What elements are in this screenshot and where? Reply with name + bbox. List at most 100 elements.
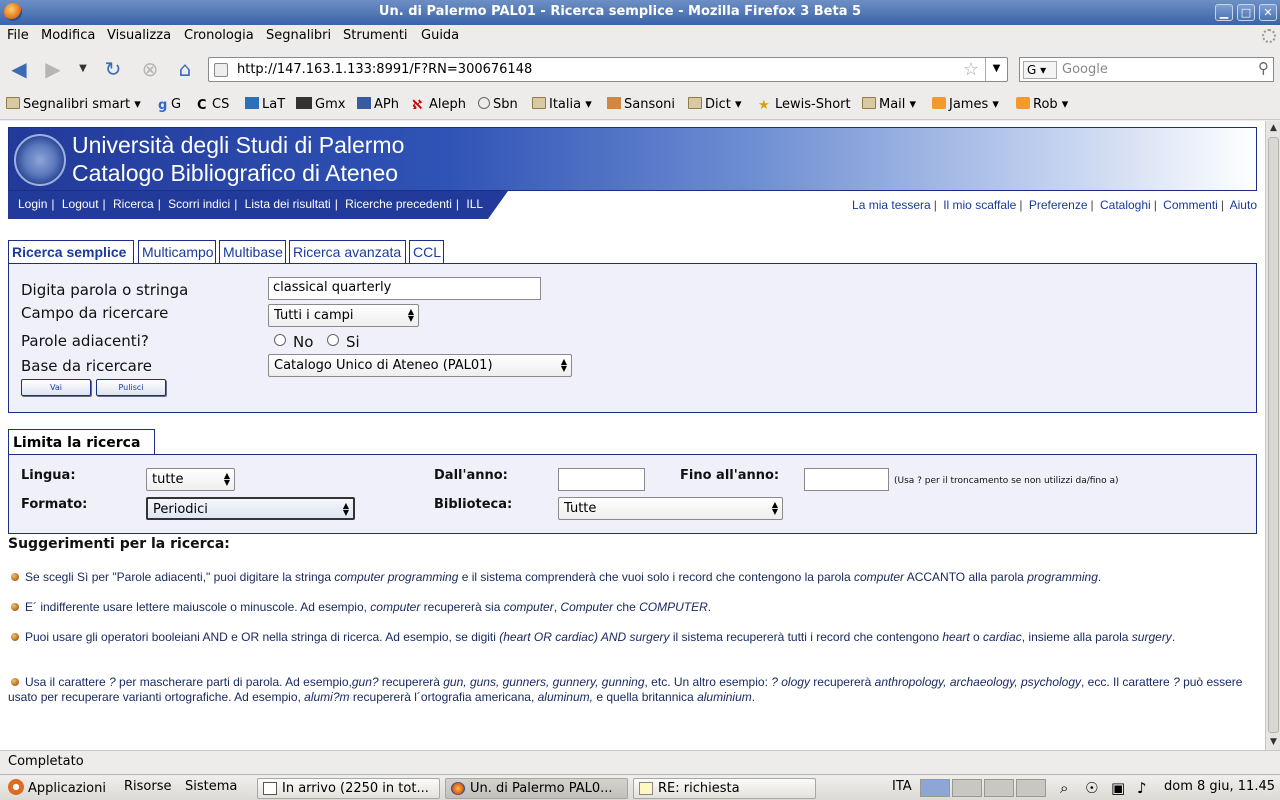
url-bar[interactable]: http://147.163.1.133:8991/F?RN=300676148…	[208, 57, 1008, 82]
tab-multibase[interactable]: Multibase	[219, 240, 286, 264]
url-text[interactable]: http://147.163.1.133:8991/F?RN=300676148	[237, 62, 532, 77]
lat-icon	[245, 97, 259, 109]
tab-ricerca-avanzata[interactable]: Ricerca avanzata	[289, 240, 406, 264]
bookmark-dict[interactable]: Dict ▾	[688, 97, 742, 112]
search-placeholder[interactable]: Google	[1062, 62, 1108, 77]
search-tray-icon[interactable]: ☉	[1085, 779, 1098, 797]
clock[interactable]: dom 8 giu, 11.45	[1164, 779, 1275, 794]
tab-ricerca-semplice[interactable]: Ricerca semplice	[8, 240, 134, 265]
bookmark-aleph[interactable]: ℵ Aleph	[412, 97, 466, 113]
link-mio-scaffale[interactable]: Il mio scaffale	[943, 198, 1016, 212]
search-icon[interactable]: ⚲	[1258, 59, 1269, 77]
link-cataloghi[interactable]: Cataloghi	[1100, 198, 1151, 212]
menu-cronologia[interactable]: Cronologia	[184, 28, 254, 43]
link-commenti[interactable]: Commenti	[1163, 198, 1218, 212]
tab-multicampo[interactable]: Multicampo	[138, 240, 216, 264]
reload-icon[interactable]: ↻	[100, 56, 126, 82]
biblioteca-select[interactable]: Tutte ▲ ▼	[558, 497, 783, 520]
bookmark-sansoni[interactable]: Sansoni	[607, 97, 675, 112]
site-identity-icon[interactable]	[214, 63, 228, 77]
menu-strumenti[interactable]: Strumenti	[343, 28, 408, 43]
fino-anno-input[interactable]	[804, 468, 889, 491]
workspace-3[interactable]	[984, 779, 1014, 797]
bookmark-cs[interactable]: C CS	[197, 97, 229, 113]
workspace-4[interactable]	[1016, 779, 1046, 797]
minimize-button[interactable]: ▁	[1215, 4, 1233, 21]
adjacent-si-radio[interactable]	[327, 334, 339, 346]
history-dropdown-icon[interactable]: ▼	[76, 56, 90, 82]
bookmark-mail[interactable]: Mail ▾	[862, 97, 916, 112]
task-mail[interactable]: In arrivo (2250 in tot...	[257, 778, 440, 799]
places-menu[interactable]: Risorse	[124, 779, 172, 794]
bullet-icon	[11, 573, 19, 581]
workspace-2[interactable]	[952, 779, 982, 797]
adjacent-si-label: Si	[346, 333, 360, 351]
search-bar[interactable]: G ▾ Google ⚲	[1019, 57, 1274, 82]
window-title: Un. di Palermo PAL01 - Ricerca semplice …	[378, 4, 862, 19]
bookmark-segnalibri-smart[interactable]: Segnalibri smart ▾	[6, 97, 141, 112]
limit-tab: Limita la ricerca a:	[8, 429, 155, 477]
vertical-scrollbar[interactable]: ▲ ▼	[1265, 121, 1280, 750]
dall-anno-input[interactable]	[558, 468, 645, 491]
bookmark-g[interactable]: gG	[158, 97, 181, 113]
base-select[interactable]: Catalogo Unico di Ateneo (PAL01) ▲ ▼	[268, 354, 572, 377]
field-select[interactable]: Tutti i campi ▲ ▼	[268, 304, 419, 327]
bookmark-aph[interactable]: APh	[357, 97, 399, 112]
display-icon[interactable]: ▣	[1111, 779, 1125, 797]
scrollbar-thumb[interactable]	[1268, 137, 1279, 733]
task-message[interactable]: RE: richiesta	[633, 778, 816, 799]
nav-scorri-indici[interactable]: Scorri indici	[168, 197, 230, 211]
menu-modifica[interactable]: Modifica	[41, 28, 95, 43]
query-input[interactable]: classical quarterly	[268, 277, 541, 300]
scroll-up-icon[interactable]: ▲	[1266, 121, 1280, 136]
bookmark-lewis-short[interactable]: ★ Lewis-Short	[758, 97, 851, 113]
link-mia-tessera[interactable]: La mia tessera	[852, 198, 931, 212]
nav-ill[interactable]: ILL	[466, 197, 483, 211]
bookmark-italia[interactable]: Italia ▾	[532, 97, 592, 112]
back-icon[interactable]: ◀	[6, 56, 32, 82]
volume-icon[interactable]: ♪	[1137, 779, 1147, 797]
menu-segnalibri[interactable]: Segnalibri	[266, 28, 331, 43]
menu-guida[interactable]: Guida	[421, 28, 459, 43]
query-label: Digita parola o stringa	[21, 281, 189, 299]
search-engine-selector[interactable]: G ▾	[1023, 61, 1057, 79]
go-button[interactable]: Vai	[21, 379, 91, 396]
close-button[interactable]: ✕	[1259, 4, 1277, 21]
task-firefox[interactable]: Un. di Palermo PAL0...	[445, 778, 628, 799]
url-dropdown-icon[interactable]: ▼	[985, 58, 1007, 81]
nav-login[interactable]: Login	[18, 197, 47, 211]
lingua-label: Lingua:	[21, 468, 76, 483]
nav-ricerche-precedenti[interactable]: Ricerche precedenti	[345, 197, 452, 211]
network-icon[interactable]: ⌕	[1060, 779, 1068, 797]
formato-select[interactable]: Periodici ▲ ▼	[146, 497, 355, 520]
nav-logout[interactable]: Logout	[62, 197, 99, 211]
tip-boolean: Puoi usare gli operatori booleiani AND e…	[8, 630, 1248, 645]
link-aiuto[interactable]: Aiuto	[1230, 198, 1257, 212]
folder-icon	[862, 97, 876, 109]
bookmark-james[interactable]: James ▾	[932, 97, 999, 112]
adjacent-no-radio[interactable]	[274, 334, 286, 346]
bookmark-lat[interactable]: LaT	[245, 97, 285, 112]
nav-ricerca[interactable]: Ricerca	[113, 197, 154, 211]
bookmark-sbn[interactable]: Sbn	[478, 97, 518, 112]
tab-ccl[interactable]: CCL	[409, 240, 444, 264]
workspace-1[interactable]	[920, 779, 950, 797]
bookmark-rob[interactable]: Rob ▾	[1016, 97, 1068, 112]
nav-lista-risultati[interactable]: Lista dei risultati	[245, 197, 331, 211]
maximize-button[interactable]: □	[1237, 4, 1255, 21]
home-icon[interactable]: ⌂	[172, 56, 198, 82]
bookmark-star-icon[interactable]: ☆	[963, 59, 979, 80]
clear-button[interactable]: Pulisci	[96, 379, 166, 396]
applications-menu[interactable]: Applicazioni	[8, 779, 106, 796]
bookmark-gmx[interactable]: Gmx	[296, 97, 345, 112]
system-menu[interactable]: Sistema	[185, 779, 237, 794]
keyboard-layout[interactable]: ITA	[892, 779, 912, 794]
menu-visualizza[interactable]: Visualizza	[107, 28, 171, 43]
lingua-select[interactable]: tutte ▲ ▼	[146, 468, 235, 491]
link-preferenze[interactable]: Preferenze	[1029, 198, 1088, 212]
spinner-arrows-icon: ▲ ▼	[342, 501, 349, 517]
menu-file[interactable]: File	[7, 28, 29, 43]
scroll-down-icon[interactable]: ▼	[1266, 735, 1280, 750]
stop-icon[interactable]: ⊗	[137, 56, 163, 82]
forward-icon[interactable]: ▶	[40, 56, 66, 82]
